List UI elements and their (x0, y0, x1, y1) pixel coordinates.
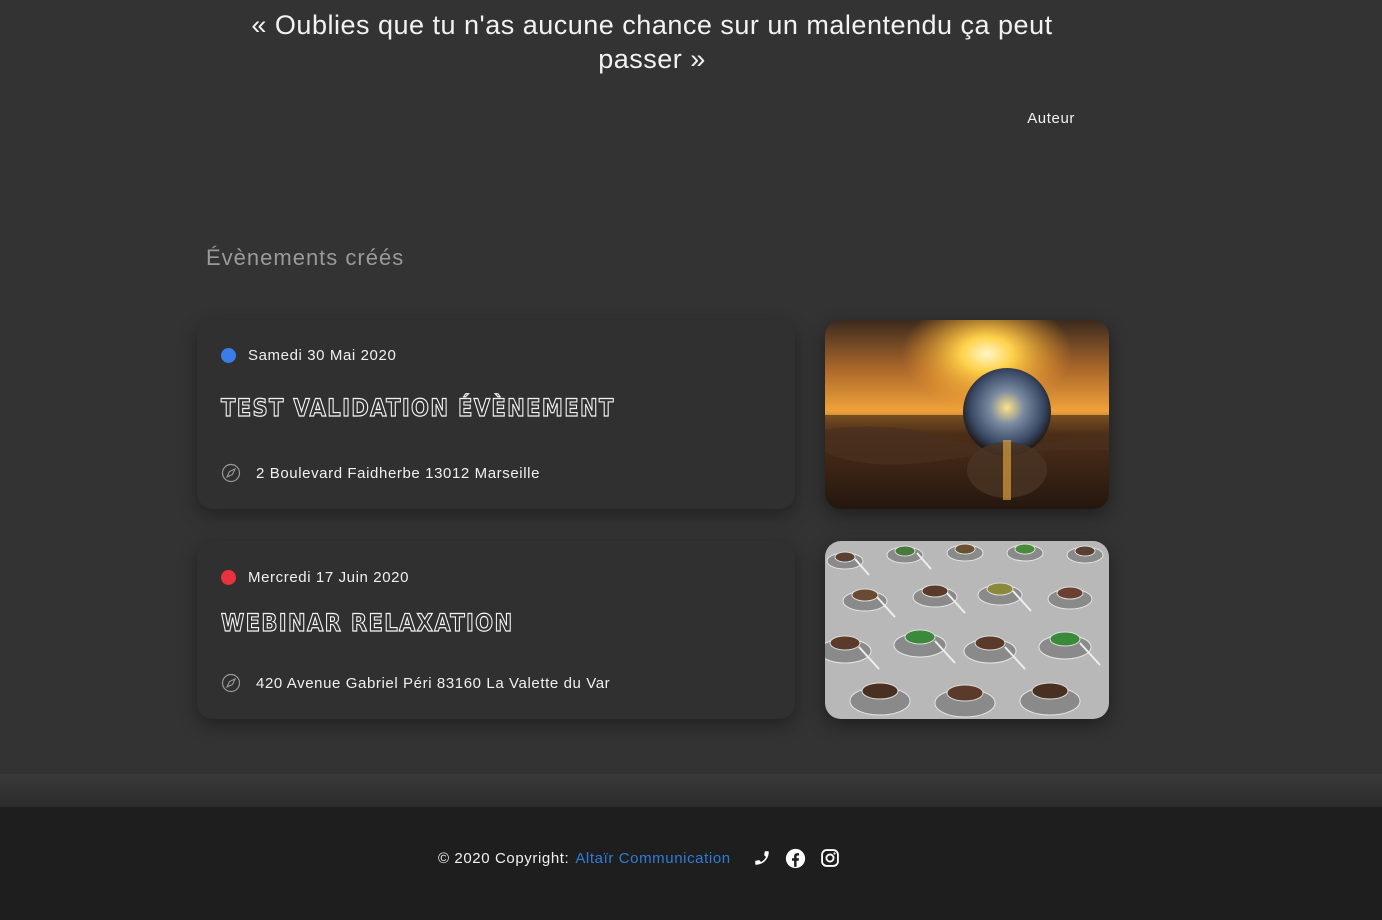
status-dot-icon (221, 348, 236, 363)
event-date-text: Mercredi 17 Juin 2020 (248, 569, 410, 586)
event-date: Samedi 30 Mai 2020 (221, 347, 396, 364)
crystal-ball-sunset-image[interactable] (825, 320, 1109, 509)
event-title[interactable]: Test validation évènement (220, 393, 615, 422)
compass-icon (221, 673, 241, 693)
event-card[interactable]: Mercredi 17 Juin 2020 Webinar relaxation… (197, 541, 795, 719)
status-dot-icon (221, 570, 236, 585)
company-link[interactable]: Altaïr Communication (575, 850, 730, 867)
event-card[interactable]: Samedi 30 Mai 2020 Test validation évène… (197, 320, 795, 509)
event-address: 420 Avenue Gabriel Péri 83160 La Valette… (221, 673, 610, 693)
quote-author: Auteur (1027, 110, 1075, 127)
event-title[interactable]: Webinar relaxation (220, 608, 513, 637)
event-address: 2 Boulevard Faidherbe 13012 Marseille (221, 463, 540, 483)
copyright-text: © 2020 Copyright: (438, 849, 570, 867)
compass-icon (221, 463, 241, 483)
footer: © 2020 Copyright: Altaïr Communication (0, 807, 1382, 920)
instagram-icon[interactable] (819, 847, 841, 869)
event-date: Mercredi 17 Juin 2020 (221, 569, 409, 586)
page: « Oublies que tu n'as aucune chance sur … (0, 0, 1382, 920)
phone-icon[interactable] (751, 847, 773, 869)
event-address-text: 420 Avenue Gabriel Péri 83160 La Valette… (256, 674, 611, 692)
event-address-text: 2 Boulevard Faidherbe 13012 Marseille (256, 464, 541, 482)
social-links (751, 847, 853, 869)
tea-cups-image[interactable] (825, 541, 1109, 719)
quote-text: « Oublies que tu n'as aucune chance sur … (251, 10, 1053, 74)
event-date-text: Samedi 30 Mai 2020 (248, 347, 397, 364)
footer-separator (0, 774, 1382, 807)
footer-content: © 2020 Copyright: Altaïr Communication (438, 847, 853, 869)
section-title: Évènements créés (206, 245, 405, 270)
facebook-icon[interactable] (785, 847, 807, 869)
